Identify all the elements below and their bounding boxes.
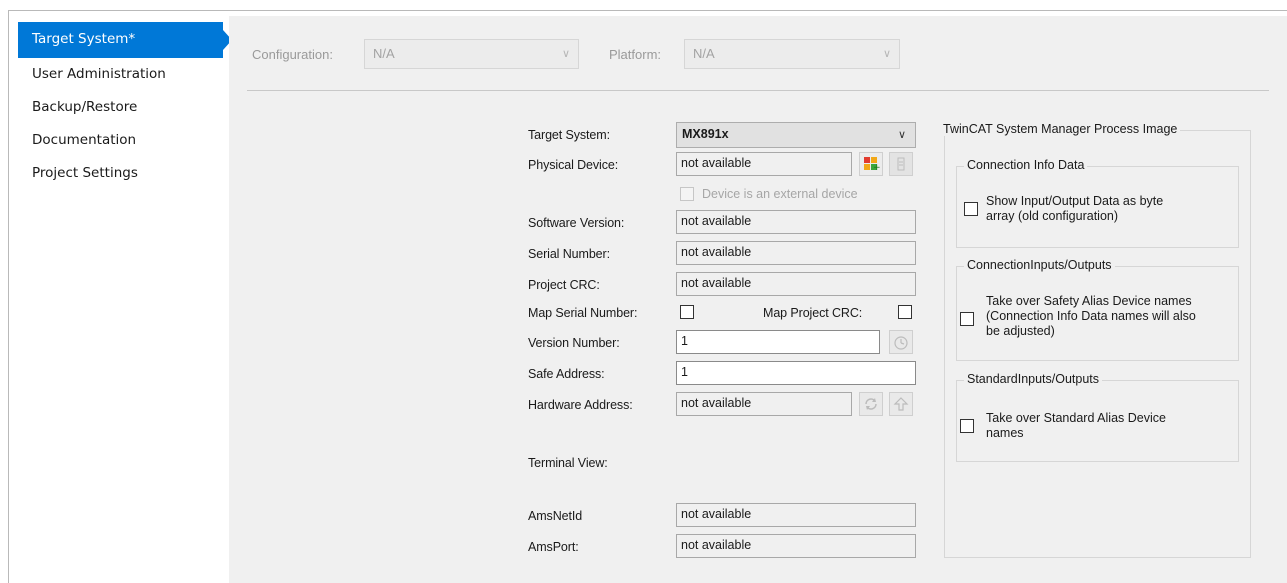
version-number-value: 1	[681, 334, 688, 348]
version-number-field[interactable]: 1	[676, 330, 880, 354]
take-over-standard-alias-label: Take over Standard Alias Device names	[986, 411, 1166, 441]
physical-device-value: not available	[681, 156, 752, 170]
option-line: names	[986, 426, 1024, 440]
serial-number-value: not available	[681, 245, 752, 259]
safe-address-label: Safe Address:	[528, 367, 605, 381]
ams-netid-field[interactable]: not available	[676, 503, 916, 527]
map-project-crc-checkbox[interactable]	[898, 305, 912, 319]
sidebar: Target System* User Administration Backu…	[18, 22, 232, 190]
take-over-standard-alias-checkbox[interactable]	[960, 419, 974, 433]
serial-number-label: Serial Number:	[528, 247, 610, 261]
software-version-label: Software Version:	[528, 216, 625, 230]
target-system-label: Target System:	[528, 128, 610, 142]
option-line: Take over Safety Alias Device names	[986, 294, 1192, 308]
divider	[247, 90, 1269, 91]
configuration-value: N/A	[373, 46, 395, 61]
hardware-address-label: Hardware Address:	[528, 398, 633, 412]
sidebar-item-label: Backup/Restore	[32, 99, 138, 115]
hardware-address-value: not available	[681, 396, 752, 410]
refresh-icon[interactable]	[859, 392, 883, 416]
configuration-select[interactable]: N/A ∨	[364, 39, 579, 69]
version-number-label: Version Number:	[528, 336, 620, 350]
sidebar-item-user-administration[interactable]: User Administration	[18, 58, 223, 91]
standard-io-title: StandardInputs/Outputs	[964, 372, 1103, 386]
sidebar-item-documentation[interactable]: Documentation	[18, 124, 223, 157]
option-line: array (old configuration)	[986, 209, 1119, 223]
platform-label: Platform:	[609, 47, 662, 62]
map-project-crc-label: Map Project CRC:	[763, 306, 863, 320]
safe-address-value: 1	[681, 365, 688, 379]
terminal-view-label: Terminal View:	[528, 456, 608, 470]
project-crc-field[interactable]: not available	[676, 272, 916, 296]
sidebar-item-label: Documentation	[32, 132, 137, 148]
safe-address-field[interactable]: 1	[676, 361, 916, 385]
physical-device-field[interactable]: not available	[676, 152, 852, 176]
sidebar-item-label: Target System*	[32, 31, 136, 47]
sidebar-item-label: Project Settings	[32, 165, 138, 181]
sidebar-item-backup-restore[interactable]: Backup/Restore	[18, 91, 223, 124]
upload-icon[interactable]	[889, 392, 913, 416]
option-line: (Connection Info Data names will also	[986, 309, 1196, 323]
project-crc-value: not available	[681, 276, 752, 290]
take-over-safety-alias-label: Take over Safety Alias Device names (Con…	[986, 294, 1196, 339]
version-timer-icon[interactable]	[889, 330, 913, 354]
physical-device-label: Physical Device:	[528, 158, 619, 172]
ams-port-field[interactable]: not available	[676, 534, 916, 558]
ams-port-value: not available	[681, 538, 752, 552]
platform-select[interactable]: N/A ∨	[684, 39, 900, 69]
target-system-panel: Configuration: N/A ∨ Platform: N/A ∨ Tar…	[229, 16, 1287, 583]
configuration-label: Configuration:	[252, 47, 333, 62]
svg-text:+: +	[873, 163, 881, 173]
device-settings-icon[interactable]	[889, 152, 913, 176]
option-line: Show Input/Output Data as byte	[986, 194, 1164, 208]
external-device-label: Device is an external device	[702, 187, 858, 201]
software-version-value: not available	[681, 214, 752, 228]
chevron-down-icon: ∨	[561, 48, 570, 60]
map-serial-number-checkbox[interactable]	[680, 305, 694, 319]
sidebar-item-project-settings[interactable]: Project Settings	[18, 157, 223, 190]
chevron-down-icon: ∨	[897, 129, 906, 141]
map-serial-number-label: Map Serial Number:	[528, 306, 638, 320]
connection-io-title: ConnectionInputs/Outputs	[964, 258, 1115, 272]
target-system-select[interactable]: MX891x ∨	[676, 122, 916, 148]
ams-netid-label: AmsNetId	[528, 509, 583, 523]
platform-value: N/A	[693, 46, 715, 61]
hardware-address-field[interactable]: not available	[676, 392, 852, 416]
ams-port-label: AmsPort:	[528, 540, 579, 554]
ams-netid-value: not available	[681, 507, 752, 521]
show-byte-array-checkbox[interactable]	[964, 202, 978, 216]
serial-number-field[interactable]: not available	[676, 241, 916, 265]
show-byte-array-label: Show Input/Output Data as byte array (ol…	[986, 194, 1163, 224]
take-over-safety-alias-checkbox[interactable]	[960, 312, 974, 326]
option-line: Take over Standard Alias Device	[986, 411, 1166, 425]
external-device-checkbox[interactable]	[680, 187, 694, 201]
process-image-title: TwinCAT System Manager Process Image	[940, 122, 1181, 136]
connection-info-title: Connection Info Data	[964, 158, 1088, 172]
chevron-down-icon: ∨	[882, 48, 891, 60]
option-line: be adjusted)	[986, 324, 1055, 338]
project-crc-label: Project CRC:	[528, 278, 600, 292]
sidebar-item-label: User Administration	[32, 66, 166, 82]
target-system-value: MX891x	[682, 127, 729, 141]
software-version-field[interactable]: not available	[676, 210, 916, 234]
scan-device-icon[interactable]: +	[859, 152, 883, 176]
sidebar-item-target-system[interactable]: Target System*	[18, 22, 232, 58]
